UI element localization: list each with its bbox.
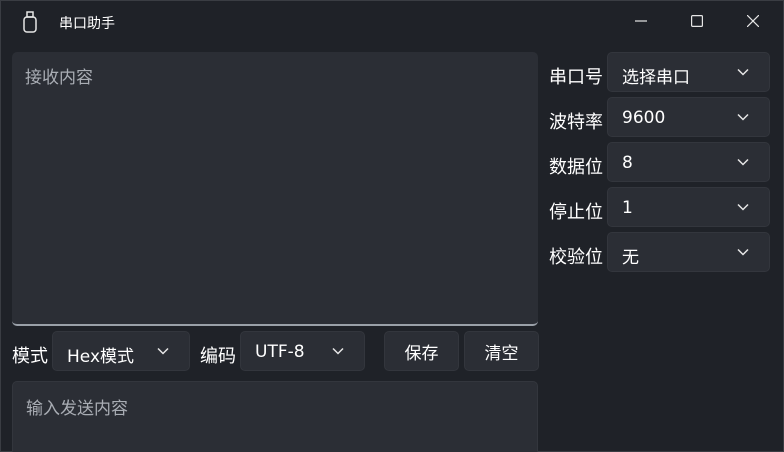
chevron-down-icon — [737, 68, 749, 76]
chevron-down-icon — [737, 158, 749, 166]
encoding-label: 编码 — [200, 346, 236, 367]
maximize-icon — [691, 15, 703, 27]
minimize-button[interactable] — [617, 3, 665, 39]
chevron-down-icon — [737, 203, 749, 211]
port-value: 选择串口 — [622, 68, 690, 88]
parity-label: 校验位 — [549, 247, 603, 268]
mode-label: 模式 — [12, 346, 48, 367]
databits-value: 8 — [622, 153, 633, 173]
chevron-down-icon — [737, 248, 749, 256]
mode-select[interactable]: Hex模式 — [52, 331, 190, 371]
send-textarea[interactable]: 输入发送内容 — [12, 381, 538, 452]
stopbits-label: 停止位 — [549, 202, 603, 223]
receive-placeholder: 接收内容 — [25, 68, 93, 88]
usb-stick-icon — [23, 11, 37, 33]
close-icon — [747, 15, 759, 27]
parity-value: 无 — [622, 248, 639, 268]
close-button[interactable] — [729, 3, 777, 39]
save-button[interactable]: 保存 — [384, 331, 459, 371]
chevron-down-icon — [157, 347, 169, 355]
window-title: 串口助手 — [59, 16, 115, 32]
databits-select[interactable]: 8 — [607, 142, 770, 182]
send-placeholder: 输入发送内容 — [26, 399, 128, 419]
parity-select[interactable]: 无 — [607, 232, 770, 272]
port-select[interactable]: 选择串口 — [607, 52, 770, 92]
port-label: 串口号 — [549, 67, 603, 88]
databits-label: 数据位 — [549, 157, 603, 178]
receive-textarea[interactable]: 接收内容 — [12, 52, 538, 326]
stopbits-value: 1 — [622, 198, 633, 218]
app-window: 串口助手 接收内容 串口号 选择串口 波特率 9600 数据位 8 停止位 1 … — [0, 0, 784, 452]
baudrate-value: 9600 — [622, 108, 666, 128]
title-bar[interactable]: 串口助手 — [1, 1, 783, 41]
maximize-button[interactable] — [673, 3, 721, 39]
chevron-down-icon — [737, 113, 749, 121]
encoding-select[interactable]: UTF-8 — [240, 331, 365, 371]
mode-value: Hex模式 — [67, 347, 135, 367]
encoding-value: UTF-8 — [255, 342, 305, 362]
baudrate-label: 波特率 — [549, 112, 603, 133]
stopbits-select[interactable]: 1 — [607, 187, 770, 227]
minimize-icon — [635, 20, 647, 22]
baudrate-select[interactable]: 9600 — [607, 97, 770, 137]
clear-button[interactable]: 清空 — [464, 331, 539, 371]
chevron-down-icon — [332, 347, 344, 355]
